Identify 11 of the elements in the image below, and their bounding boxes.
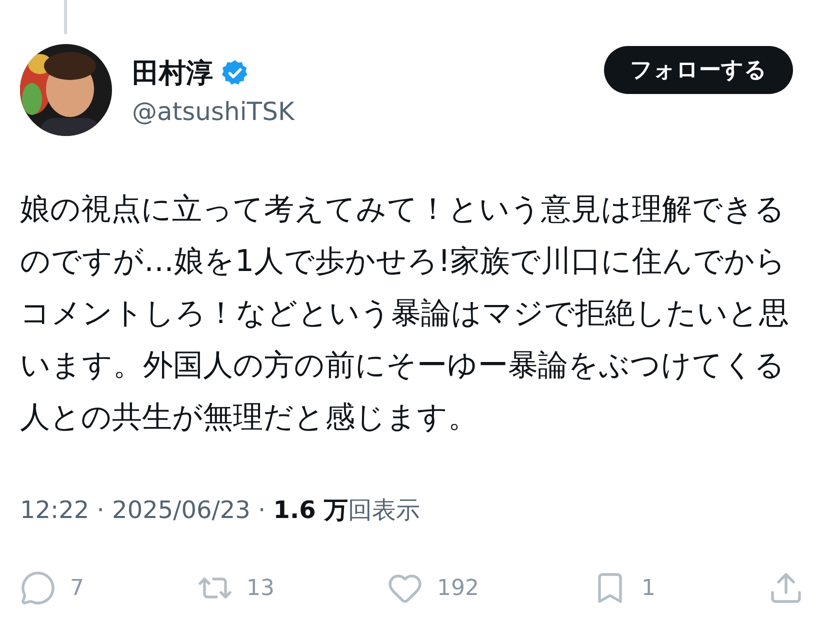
- author-handle[interactable]: @atsushiTSK: [132, 96, 584, 126]
- author-name[interactable]: 田村淳: [132, 54, 213, 90]
- reply-icon[interactable]: [20, 570, 56, 606]
- action-count: 1: [642, 576, 656, 600]
- action-count: 192: [437, 576, 479, 600]
- action-count: 13: [246, 576, 274, 600]
- post-meta: 12:22 · 2025/06/23 · 1.6 万回表示: [20, 495, 422, 526]
- post-text: 娘の視点に立って考えてみて！という意見は理解できるのですが…娘を1人で歩かせろ!家族で川口に住んでからコメントしろ！などという暴論はマジで拒絶したいと思います。外国人の方の前にそーゆー暴論をぶつけてくる人との共生が無理だと感じます。: [20, 191, 790, 437]
- action-count: 7: [70, 576, 84, 600]
- follow-button[interactable]: フォローする: [604, 46, 793, 94]
- share-icon[interactable]: [768, 570, 804, 606]
